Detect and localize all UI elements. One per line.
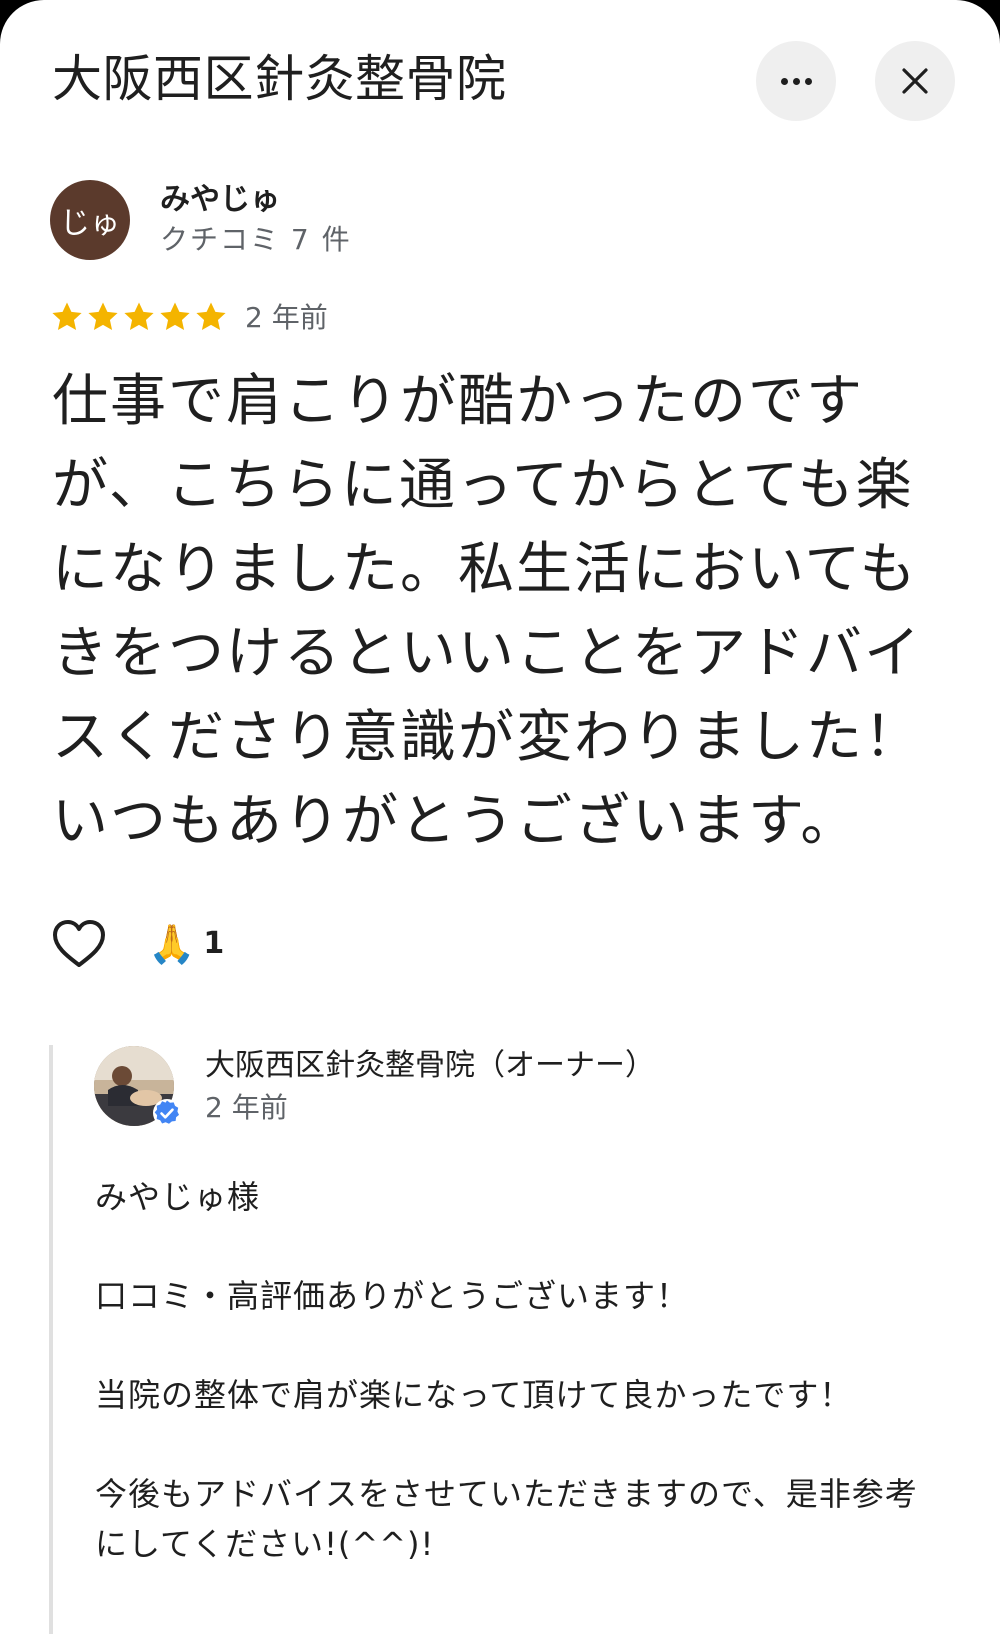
star-icon [196, 302, 226, 331]
reaction-button[interactable]: 🙏 1 [148, 920, 224, 968]
reply-divider [49, 1045, 53, 1634]
praying-hands-icon: 🙏 [148, 922, 196, 966]
reply-paragraph: 当院の整体で肩が楽になって頂けて良かったです！ [95, 1376, 853, 1414]
review-date: 2 年前 [245, 301, 328, 334]
star-icon [88, 302, 118, 331]
close-icon [902, 68, 928, 94]
owner-reply-date: 2 年前 [205, 1091, 288, 1124]
heart-outline-icon[interactable] [50, 918, 108, 970]
star-rating [50, 300, 228, 334]
review-sheet: 大阪西区針灸整骨院 じゅ みやじゅ クチコミ 7 件 2 年前 仕事で肩こりが酷… [0, 0, 1000, 1634]
reply-paragraph: 今後もアドバイスをさせていただきますので、是非参考にしてください!(^^)! [95, 1475, 918, 1563]
star-icon [124, 302, 154, 331]
owner-reply-text: みやじゅ様 口コミ・高評価ありがとうございます！ 当院の整体で肩が楽になって頂け… [95, 1172, 935, 1569]
verified-badge-icon [153, 1099, 181, 1127]
reviewer-avatar[interactable]: じゅ [50, 180, 130, 260]
reaction-count: 1 [203, 926, 225, 961]
star-icon [52, 302, 82, 331]
page-title: 大阪西区針灸整骨院 [52, 50, 507, 108]
reviewer-review-count: クチコミ 7 件 [160, 223, 352, 256]
star-icon [160, 302, 190, 331]
close-button[interactable] [875, 41, 955, 121]
reply-paragraph: みやじゅ様 [95, 1178, 261, 1216]
reply-paragraph: 口コミ・高評価ありがとうございます！ [95, 1277, 690, 1315]
more-options-button[interactable] [756, 41, 836, 121]
reviewer-name[interactable]: みやじゅ [160, 180, 280, 220]
owner-name[interactable]: 大阪西区針灸整骨院（オーナー） [205, 1046, 655, 1086]
review-text: 仕事で肩こりが酷かったのですが、こちらに通ってからとても楽になりました。私生活に… [52, 369, 922, 854]
more-horizontal-icon [780, 77, 812, 85]
